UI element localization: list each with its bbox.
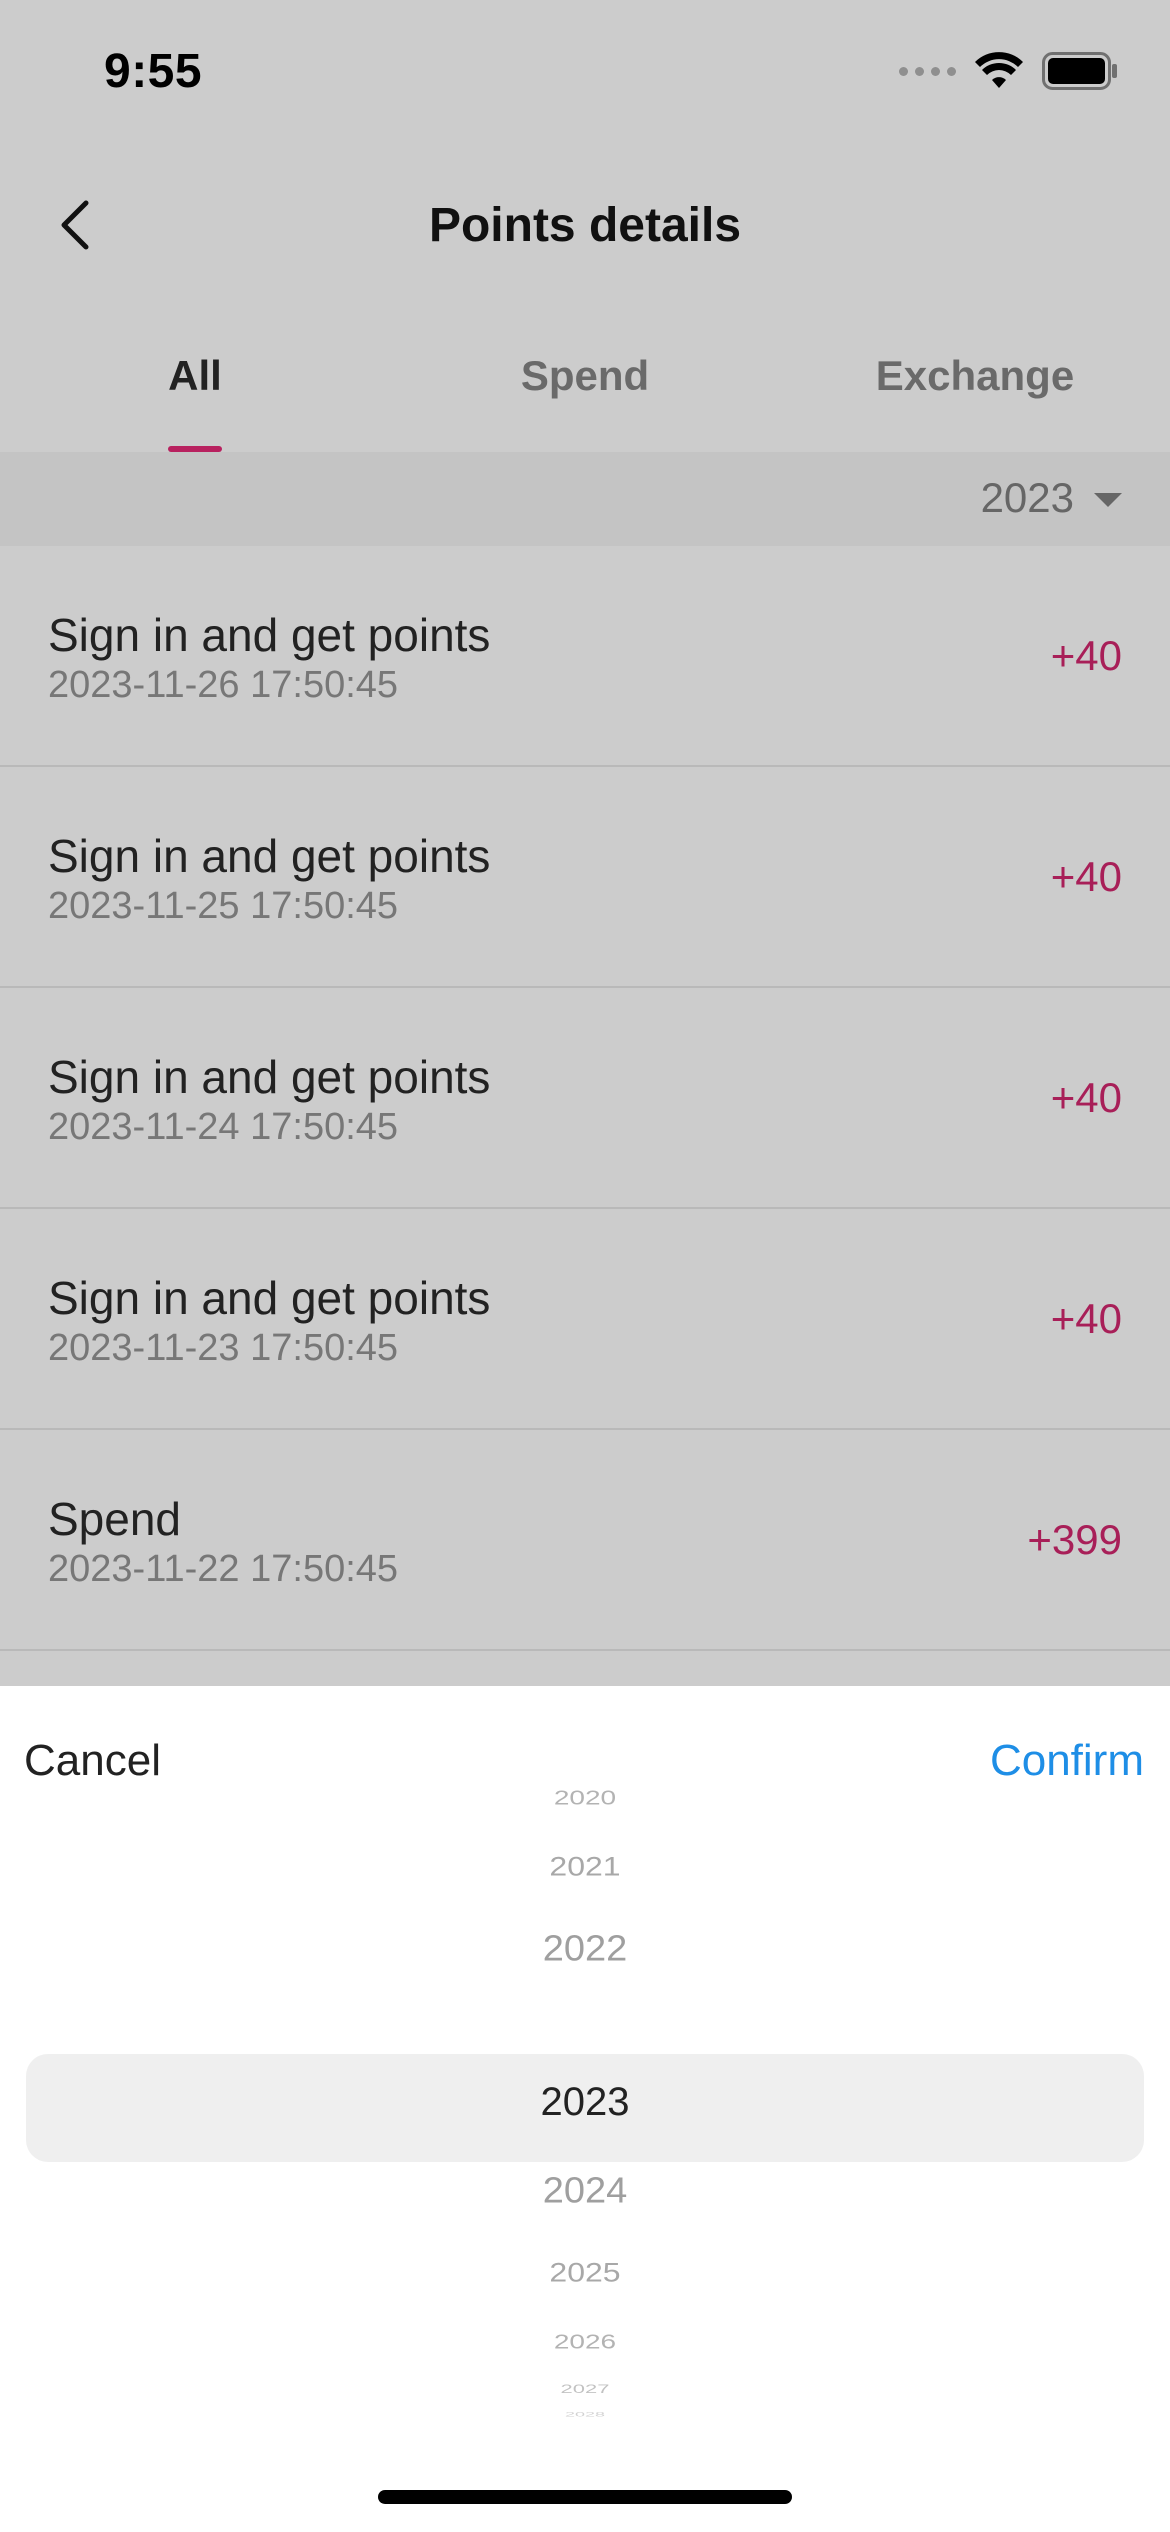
tab-spend[interactable]: Spend	[390, 300, 780, 452]
year-picker-sheet: Cancel Confirm 2020 2021 2022 2023 2024 2025 2…	[0, 1686, 1170, 2532]
picker-option[interactable]: 2028	[0, 2411, 1170, 2418]
picker-option[interactable]: 2020	[0, 1786, 1170, 1809]
tab-exchange[interactable]: Exchange	[780, 300, 1170, 452]
picker-option[interactable]: 2023	[0, 2080, 1170, 2125]
record-title: Sign in and get points	[48, 1051, 491, 1103]
picker-option[interactable]: 2027	[0, 2382, 1170, 2396]
tab-label: Spend	[520, 352, 650, 399]
confirm-button[interactable]: Confirm	[990, 1736, 1144, 1786]
record-date: 2023-11-25 17:50:45	[48, 885, 399, 927]
wifi-icon	[975, 52, 1023, 88]
record-points: +40	[1050, 1074, 1122, 1121]
list-item[interactable]: Sign in and get points 2023-11-26 17:50:…	[0, 546, 1170, 767]
list-item[interactable]: Sign in and get points 2023-11-25 17:50:…	[0, 767, 1170, 988]
record-points: +40	[1050, 853, 1122, 900]
battery-icon	[1042, 52, 1117, 90]
home-indicator	[378, 2490, 792, 2504]
tab-all[interactable]: All	[0, 300, 390, 452]
record-title: Sign in and get points	[48, 830, 491, 882]
record-points: +40	[1050, 1295, 1122, 1342]
year-filter-bar: 2023	[0, 452, 1170, 546]
tab-label: Exchange	[875, 352, 1075, 399]
list-item[interactable]: Sign in and get points 2023-11-23 17:50:…	[0, 1209, 1170, 1430]
picker-option[interactable]: 2022	[0, 1929, 1170, 1970]
caret-down-icon	[1094, 493, 1122, 507]
status-icons	[899, 52, 1118, 90]
record-points: +399	[1027, 1516, 1122, 1563]
record-title: Sign in and get points	[48, 1272, 491, 1324]
record-title: Spend	[48, 1493, 182, 1545]
record-date: 2023-11-24 17:50:45	[48, 1106, 399, 1148]
points-list: Sign in and get points 2023-11-26 17:50:…	[0, 546, 1170, 1651]
status-time: 9:55	[104, 45, 203, 98]
cancel-button[interactable]: Cancel	[24, 1736, 161, 1786]
year-dropdown-value: 2023	[980, 474, 1074, 521]
list-item[interactable]: Sign in and get points 2023-11-24 17:50:…	[0, 988, 1170, 1209]
record-points: +40	[1050, 632, 1122, 679]
year-dropdown[interactable]: 2023	[981, 474, 1122, 522]
record-date: 2023-11-22 17:50:45	[48, 1548, 399, 1590]
tab-bar: All Spend Exchange	[0, 300, 1170, 452]
record-title: Sign in and get points	[48, 609, 491, 661]
screen: 9:55 Points details All Spend Exchange 2…	[0, 0, 1170, 2532]
picker-option[interactable]: 2024	[0, 2171, 1170, 2212]
nav-bar: Points details	[0, 150, 1170, 300]
record-date: 2023-11-23 17:50:45	[48, 1327, 399, 1369]
picker-option[interactable]: 2025	[0, 2257, 1170, 2288]
picker-option[interactable]: 2021	[0, 1851, 1170, 1882]
page-title: Points details	[428, 199, 742, 252]
list-item[interactable]: Spend 2023-11-22 17:50:45 +399	[0, 1430, 1170, 1651]
cellular-signal-icon	[899, 66, 956, 76]
record-date: 2023-11-26 17:50:45	[48, 664, 399, 706]
status-bar: 9:55	[0, 0, 1170, 150]
tab-label: All	[168, 352, 222, 399]
picker-option[interactable]: 2026	[0, 2330, 1170, 2353]
